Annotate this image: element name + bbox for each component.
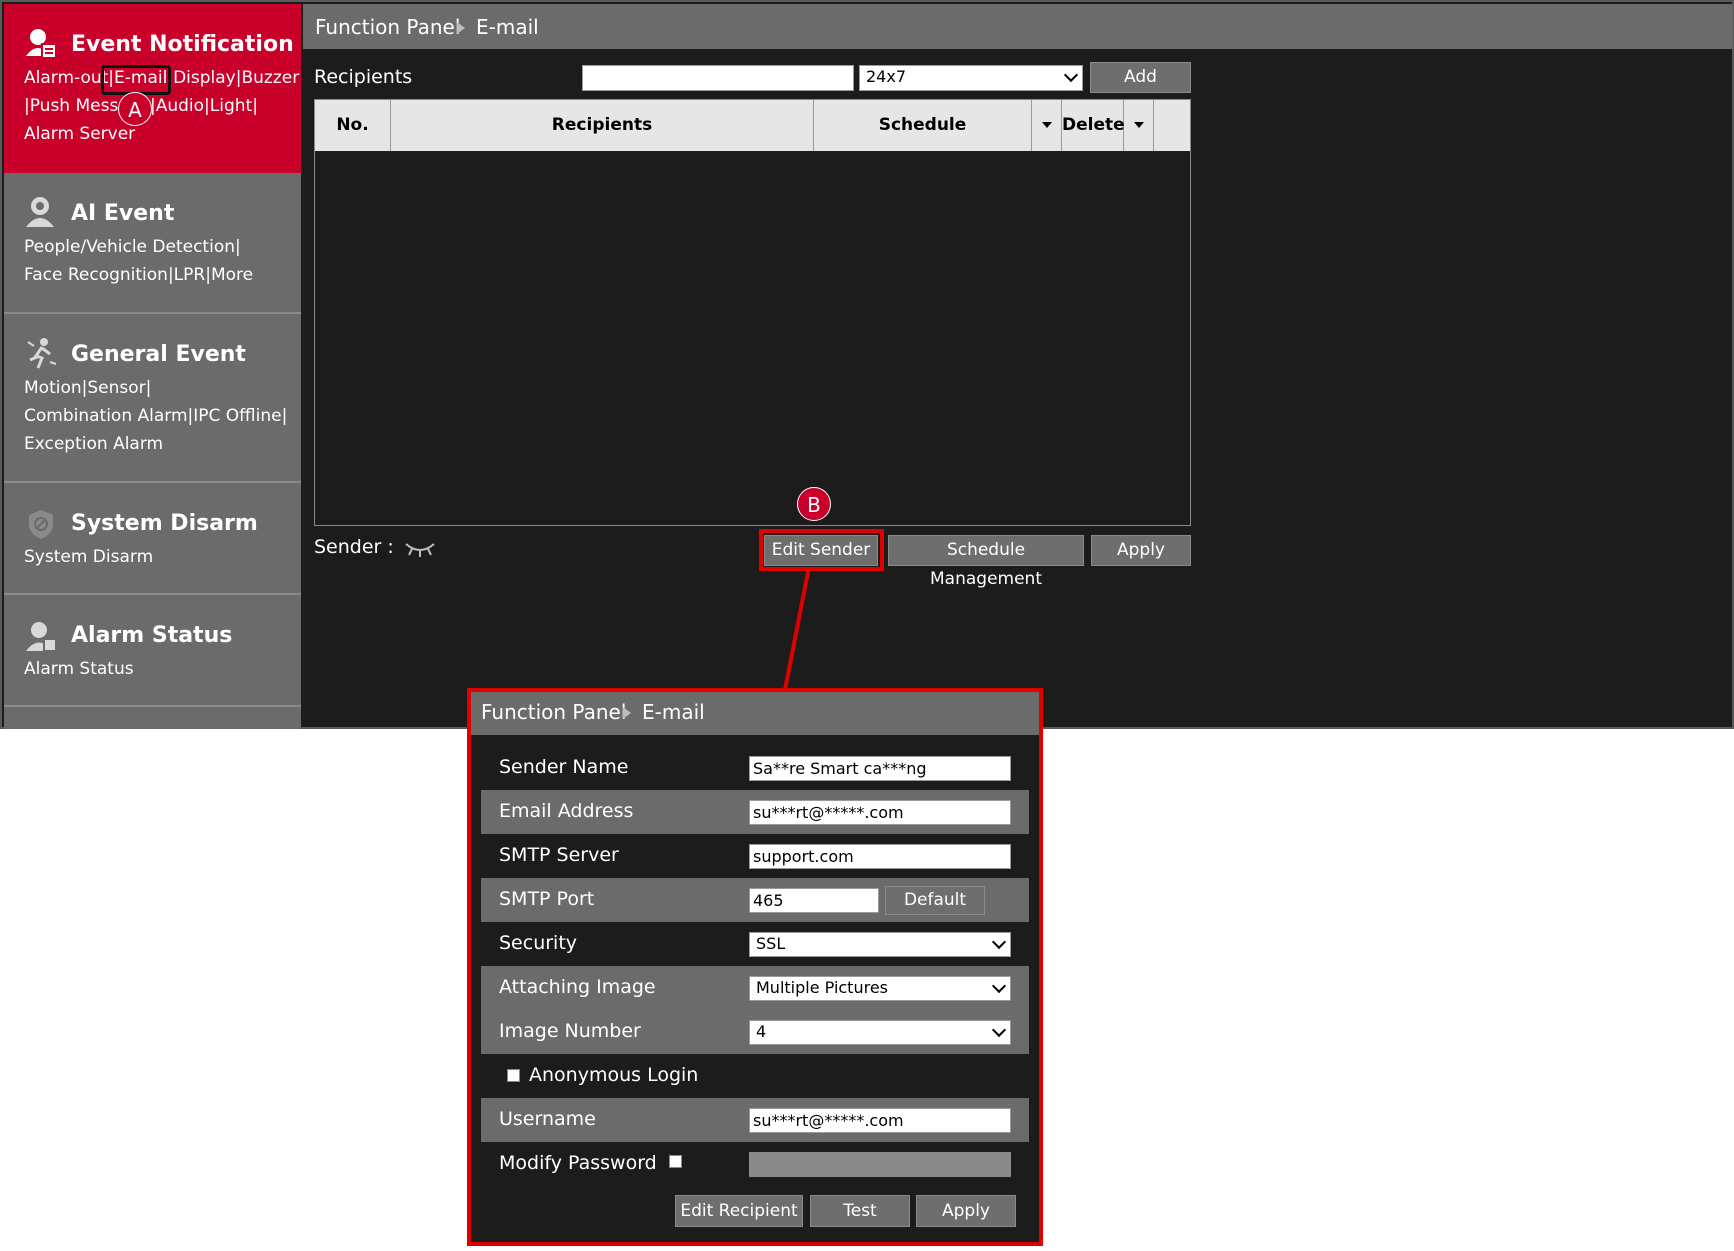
chevron-down-icon: [991, 934, 1007, 950]
email-address-row: Email Address su***rt@*****.com: [481, 790, 1029, 834]
sender-name-row: Sender Name Sa**re Smart ca***ng: [481, 746, 1029, 790]
username-row: Username su***rt@*****.com: [481, 1098, 1029, 1142]
smtp-port-row: SMTP Port 465 Default: [481, 878, 1029, 922]
dialog-breadcrumb-root[interactable]: Function Panel: [481, 700, 626, 724]
image-number-row: Image Number 4: [481, 1010, 1029, 1054]
anonymous-login-label: Anonymous Login: [529, 1064, 699, 1086]
security-label: Security: [499, 932, 578, 954]
anonymous-login-row: Anonymous Login: [481, 1054, 1029, 1098]
chevron-down-icon: [991, 1022, 1007, 1038]
dialog-breadcrumb: Function Panel E-mail: [471, 692, 1039, 735]
attaching-image-label: Attaching Image: [499, 976, 656, 998]
dialog-apply-button[interactable]: Apply: [916, 1195, 1016, 1227]
smtp-port-field[interactable]: 465: [749, 888, 879, 913]
email-address-label: Email Address: [499, 800, 634, 822]
image-number-value: 4: [756, 1022, 767, 1041]
smtp-port-label: SMTP Port: [499, 888, 595, 910]
default-button[interactable]: Default: [885, 886, 985, 915]
anonymous-login-checkbox[interactable]: [507, 1069, 520, 1082]
sender-name-field[interactable]: Sa**re Smart ca***ng: [749, 756, 1011, 781]
attaching-image-value: Multiple Pictures: [756, 978, 888, 997]
attaching-image-select[interactable]: Multiple Pictures: [749, 976, 1011, 1001]
edit-recipient-button[interactable]: Edit Recipient: [675, 1195, 803, 1227]
username-label: Username: [499, 1108, 596, 1130]
test-button[interactable]: Test: [810, 1195, 910, 1227]
modify-password-label: Modify Password: [499, 1152, 657, 1174]
dialog-breadcrumb-page: E-mail: [642, 700, 705, 724]
smtp-server-row: SMTP Server support.com: [481, 834, 1029, 878]
image-number-select[interactable]: 4: [749, 1020, 1011, 1045]
image-number-label: Image Number: [499, 1020, 641, 1042]
security-select[interactable]: SSL: [749, 932, 1011, 957]
username-field[interactable]: su***rt@*****.com: [749, 1108, 1011, 1133]
email-address-field[interactable]: su***rt@*****.com: [749, 800, 1011, 825]
password-field[interactable]: [749, 1152, 1011, 1177]
attaching-image-row: Attaching Image Multiple Pictures: [481, 966, 1029, 1010]
security-select-value: SSL: [756, 934, 786, 953]
sender-name-label: Sender Name: [499, 756, 629, 778]
modify-password-checkbox[interactable]: [669, 1155, 682, 1168]
smtp-server-field[interactable]: support.com: [749, 844, 1011, 869]
chevron-down-icon: [991, 978, 1007, 994]
breadcrumb-arrow-icon: [623, 707, 631, 719]
security-row: Security SSL: [481, 922, 1029, 966]
email-sender-dialog: Function Panel E-mail Sender Name Sa**re…: [467, 688, 1043, 1246]
smtp-server-label: SMTP Server: [499, 844, 619, 866]
modify-password-row: Modify Password: [481, 1142, 1029, 1186]
